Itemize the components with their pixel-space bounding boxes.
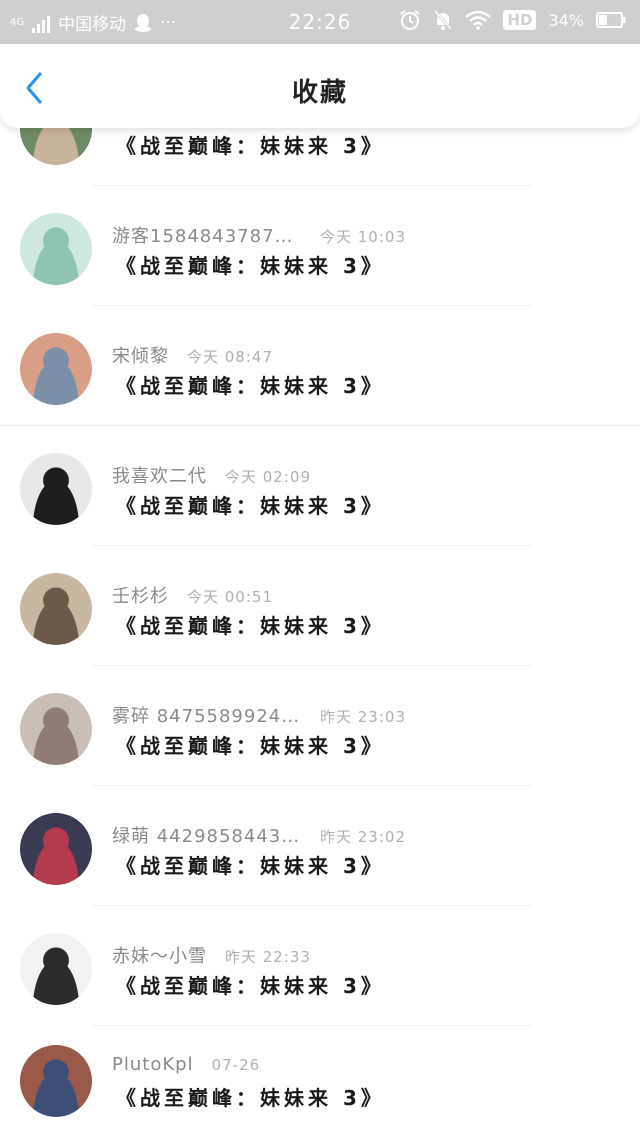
username[interactable]: 赤妹～小雪 (112, 942, 207, 968)
page-title: 收藏 (291, 78, 348, 108)
timestamp: 07-26 (211, 1056, 261, 1074)
username[interactable]: 绿萌 44298584430… (112, 822, 302, 848)
item-meta: PlutoKpl 07-26 (112, 1054, 260, 1075)
timestamp: 今天 10:03 (320, 228, 406, 246)
timestamp: 今天 08:47 (187, 348, 273, 366)
list-item[interactable]: 宋倾黎 今天 08:47 《战至巅峰：妹妹来 3》 (0, 306, 640, 426)
message-text: 《战至巅峰：妹妹来 3》 (116, 854, 385, 878)
timestamp: 昨天 23:03 (320, 708, 406, 726)
username[interactable]: 宋倾黎 (112, 342, 169, 368)
avatar[interactable] (20, 933, 92, 1005)
list-item[interactable]: 雾碎 847558992416… 昨天 23:03 《战至巅峰：妹妹来 3》 (0, 666, 640, 786)
item-meta: 壬杉杉 今天 00:51 (112, 582, 273, 608)
list-item[interactable]: 游客1584843787099 今天 10:03 《战至巅峰：妹妹来 3》 (0, 186, 640, 306)
timestamp: 今天 00:51 (187, 588, 273, 606)
username[interactable]: PlutoKpl (112, 1054, 194, 1075)
username[interactable]: 我喜欢二代 (112, 462, 207, 488)
avatar[interactable] (20, 1045, 92, 1117)
list-item[interactable]: 绿萌 44298584430… 昨天 23:02 《战至巅峰：妹妹来 3》 (0, 786, 640, 906)
username[interactable]: 雾碎 847558992416… (112, 702, 302, 728)
message-text: 《战至巅峰：妹妹来 3》 (116, 614, 385, 638)
timestamp: 昨天 23:02 (320, 828, 406, 846)
avatar[interactable] (20, 813, 92, 885)
item-meta: 绿萌 44298584430… 昨天 23:02 (112, 822, 406, 848)
avatar[interactable] (20, 213, 92, 285)
item-meta: 宋倾黎 今天 08:47 (112, 342, 273, 368)
item-meta: 我喜欢二代 今天 02:09 (112, 462, 311, 488)
avatar[interactable] (20, 453, 92, 525)
message-text: 《战至巅峰：妹妹来 3》 (116, 734, 385, 758)
list-item[interactable]: 赤妹～小雪 昨天 22:33 《战至巅峰：妹妹来 3》 (0, 906, 640, 1026)
timestamp: 今天 02:09 (225, 468, 311, 486)
message-text: 《战至巅峰：妹妹来 3》 (116, 374, 385, 398)
message-text: 《战至巅峰：妹妹来 3》 (116, 974, 385, 998)
item-meta: 赤妹～小雪 昨天 22:33 (112, 942, 311, 968)
timestamp: 昨天 22:33 (225, 948, 311, 966)
message-text: 《战至巅峰：妹妹来 3》 (116, 134, 385, 158)
avatar[interactable] (20, 693, 92, 765)
list-item[interactable]: 我喜欢二代 今天 02:09 《战至巅峰：妹妹来 3》 (0, 426, 640, 546)
message-text: 《战至巅峰：妹妹来 3》 (116, 494, 385, 518)
avatar[interactable] (20, 573, 92, 645)
list-item[interactable]: 壬杉杉 今天 00:51 《战至巅峰：妹妹来 3》 (0, 546, 640, 666)
avatar[interactable] (20, 333, 92, 405)
item-meta: 游客1584843787099 今天 10:03 (112, 222, 406, 248)
item-meta: 雾碎 847558992416… 昨天 23:03 (112, 702, 406, 728)
nav-header: 收藏 (0, 44, 640, 128)
favorites-list: 《战至巅峰：妹妹来 3》 游客1584843787099 今天 10:03 《战… (0, 0, 640, 1138)
username[interactable]: 壬杉杉 (112, 582, 169, 608)
message-text: 《战至巅峰：妹妹来 3》 (116, 1086, 385, 1110)
username[interactable]: 游客1584843787099 (112, 222, 302, 248)
message-text: 《战至巅峰：妹妹来 3》 (116, 254, 385, 278)
list-item[interactable]: PlutoKpl 07-26 《战至巅峰：妹妹来 3》 (0, 1018, 640, 1138)
